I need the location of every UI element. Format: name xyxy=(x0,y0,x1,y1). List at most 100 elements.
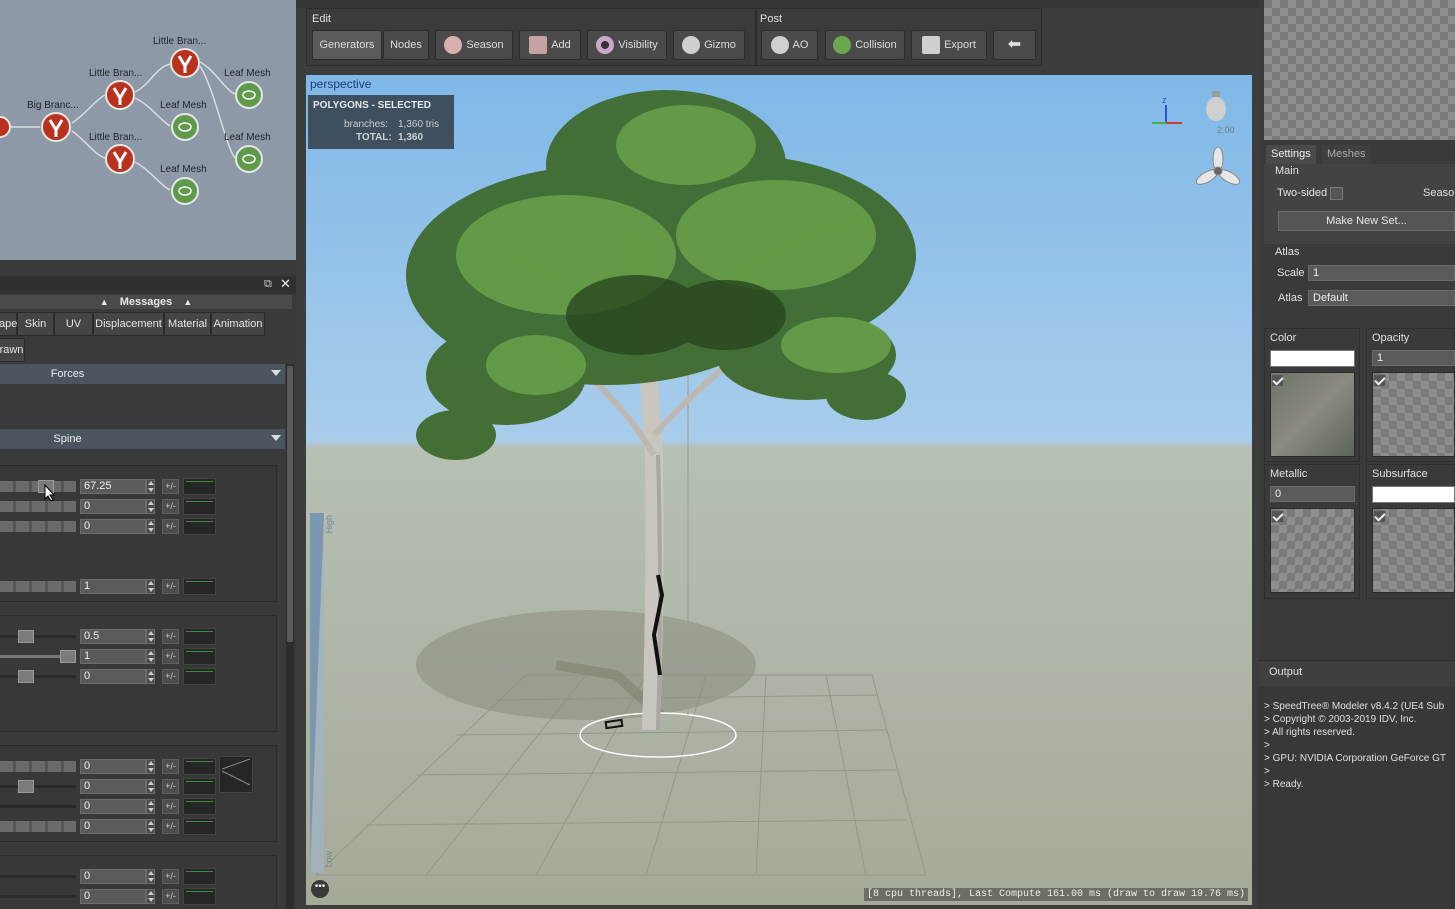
number-field[interactable]: 0 xyxy=(80,799,146,814)
plus-minus-button[interactable]: +/- xyxy=(162,649,179,664)
branch-node-3[interactable] xyxy=(41,112,71,142)
slider[interactable] xyxy=(0,521,76,532)
curve-editor[interactable] xyxy=(183,478,216,495)
curve-editor[interactable] xyxy=(183,778,216,795)
branch-node-4[interactable] xyxy=(105,144,135,174)
plus-minus-button[interactable]: +/- xyxy=(162,519,179,534)
viewport-options-icon[interactable]: ••• xyxy=(311,880,329,898)
slider-knob[interactable] xyxy=(18,780,34,793)
spinner-icon[interactable] xyxy=(146,779,155,794)
scrollbar[interactable] xyxy=(286,364,294,909)
subsurface-swatch[interactable] xyxy=(1372,486,1455,503)
plus-minus-button[interactable]: +/- xyxy=(162,869,179,884)
ao-button[interactable]: AO xyxy=(761,30,818,60)
number-field[interactable]: 0 xyxy=(80,759,146,774)
tab-displacement[interactable]: Displacement xyxy=(93,312,164,336)
tab-material[interactable]: Material xyxy=(164,312,211,336)
slider[interactable] xyxy=(0,785,76,788)
close-panel-icon[interactable]: ✕ xyxy=(280,276,291,292)
metallic-map-checkbox[interactable] xyxy=(1271,510,1284,523)
plus-minus-button[interactable]: +/- xyxy=(162,799,179,814)
plus-minus-button[interactable]: +/- xyxy=(162,889,179,904)
root-node[interactable] xyxy=(0,116,11,138)
spinner-icon[interactable] xyxy=(146,499,155,514)
spinner-icon[interactable] xyxy=(146,629,155,644)
curve-editor[interactable] xyxy=(183,868,216,885)
section-forces[interactable]: Forces xyxy=(0,364,285,384)
spinner-icon[interactable] xyxy=(146,759,155,774)
number-field[interactable]: 67.25 xyxy=(80,479,146,494)
gizmo-button[interactable]: Gizmo xyxy=(673,30,745,60)
spinner-icon[interactable] xyxy=(146,889,155,904)
back-button[interactable]: ⬅ xyxy=(993,30,1036,60)
plus-minus-button[interactable]: +/- xyxy=(162,579,179,594)
slider[interactable] xyxy=(0,805,76,808)
add-button[interactable]: Add xyxy=(519,30,581,60)
number-field[interactable]: 1 xyxy=(80,649,146,664)
plus-minus-button[interactable]: +/- xyxy=(162,819,179,834)
slider[interactable] xyxy=(0,895,76,898)
two-sided-checkbox[interactable] xyxy=(1330,187,1343,200)
messages-bar[interactable]: ▲ Messages ▲ xyxy=(0,295,292,309)
number-field[interactable]: 0 xyxy=(80,889,146,904)
plus-minus-button[interactable]: +/- xyxy=(162,669,179,684)
generators-button[interactable]: Generators xyxy=(312,30,382,60)
branch-node-2[interactable] xyxy=(105,80,135,110)
opacity-map-checkbox[interactable] xyxy=(1373,374,1386,387)
spinner-icon[interactable] xyxy=(146,869,155,884)
spinner-icon[interactable] xyxy=(146,649,155,664)
visibility-button[interactable]: Visibility xyxy=(587,30,667,60)
tab-skin[interactable]: Skin xyxy=(17,312,54,336)
view-name-label[interactable]: perspective xyxy=(310,77,371,91)
plus-minus-button[interactable]: +/- xyxy=(162,499,179,514)
tab-settings[interactable]: Settings xyxy=(1266,145,1316,164)
number-field[interactable]: 0 xyxy=(80,669,146,684)
slider[interactable] xyxy=(0,761,76,772)
number-field[interactable]: 0 xyxy=(80,499,146,514)
collision-button[interactable]: Collision xyxy=(825,30,905,60)
leaf-node-1[interactable] xyxy=(235,81,263,109)
curve-editor[interactable] xyxy=(183,758,216,775)
number-field[interactable]: 0 xyxy=(80,519,146,534)
plus-minus-button[interactable]: +/- xyxy=(162,629,179,644)
plus-minus-button[interactable]: +/- xyxy=(162,759,179,774)
spinner-icon[interactable] xyxy=(146,479,155,494)
metallic-field[interactable]: 0 xyxy=(1270,486,1355,502)
curve-editor[interactable] xyxy=(183,518,216,535)
slider[interactable] xyxy=(0,501,76,512)
spinner-icon[interactable] xyxy=(146,519,155,534)
number-field[interactable]: 0 xyxy=(80,819,146,834)
spinner-icon[interactable] xyxy=(146,579,155,594)
number-field[interactable]: 1 xyxy=(80,579,146,594)
number-field[interactable]: 0.5 xyxy=(80,629,146,644)
make-new-set-button[interactable]: Make New Set... xyxy=(1278,211,1455,231)
nodes-button[interactable]: Nodes xyxy=(383,30,429,60)
tab-shape[interactable]: ape xyxy=(0,312,17,336)
subsurface-map-checkbox[interactable] xyxy=(1373,510,1386,523)
plus-minus-button[interactable]: +/- xyxy=(162,779,179,794)
section-spine[interactable]: Spine xyxy=(0,429,285,449)
curve-editor[interactable] xyxy=(183,498,216,515)
curve-preview[interactable] xyxy=(219,756,253,793)
tab-animation[interactable]: Animation xyxy=(211,312,265,336)
color-map-checkbox[interactable] xyxy=(1271,374,1284,387)
scrollbar-thumb[interactable] xyxy=(287,366,293,642)
slider[interactable] xyxy=(0,581,76,592)
slider-knob[interactable] xyxy=(18,630,34,643)
curve-editor[interactable] xyxy=(183,798,216,815)
node-graph[interactable]: Little Bran... Little Bran... Big Branc.… xyxy=(0,0,296,260)
number-field[interactable]: 0 xyxy=(80,869,146,884)
slider[interactable] xyxy=(0,675,76,678)
slider[interactable] xyxy=(0,635,76,638)
curve-editor[interactable] xyxy=(183,648,216,665)
tab-meshes[interactable]: Meshes xyxy=(1322,145,1371,164)
curve-editor[interactable] xyxy=(183,578,216,595)
opacity-field[interactable]: 1 xyxy=(1372,350,1455,366)
leaf-node-3[interactable] xyxy=(235,145,263,173)
leaf-node-4[interactable] xyxy=(171,177,199,205)
tab-uv[interactable]: UV xyxy=(54,312,93,336)
export-button[interactable]: Export xyxy=(911,30,987,60)
curve-editor[interactable] xyxy=(183,818,216,835)
number-field[interactable]: 0 xyxy=(80,779,146,794)
color-swatch[interactable] xyxy=(1270,350,1355,367)
